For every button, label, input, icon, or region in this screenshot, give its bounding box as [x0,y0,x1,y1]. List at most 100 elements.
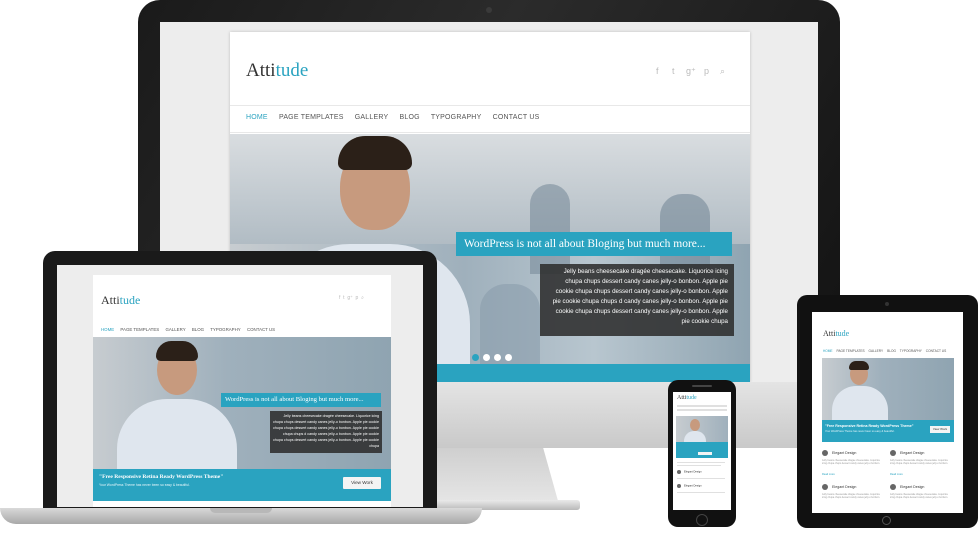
nav-contact[interactable]: CONTACT US [247,327,275,332]
item-text: Jelly beans cheesecake dragée cheesecake… [822,459,880,466]
google-plus-icon[interactable]: g⁺ [686,66,696,77]
hero-title: WordPress is not all about Bloging but m… [221,393,381,407]
tablet-home-button [882,516,891,525]
facebook-icon[interactable]: f [656,66,659,76]
slider-dots [472,348,516,364]
list-item: Elegant Design [677,484,702,488]
nav-gallery[interactable]: GALLERY [355,114,389,121]
hero-slider[interactable]: WordPress is not all about Bloging but m… [93,337,391,469]
read-more-link[interactable]: Read more [822,473,835,476]
nav-gallery[interactable]: GALLERY [869,349,884,353]
twitter-icon[interactable]: t [343,295,344,301]
nav-bar[interactable] [677,409,727,411]
logo-accent: tude [275,60,309,81]
hero-title: WordPress is not all about Bloging but m… [456,232,732,256]
nav-bar[interactable] [677,405,727,407]
nav-blog[interactable]: BLOG [400,114,420,121]
item-title: Elegant Design [900,450,925,455]
item-title: Elegant Design [684,470,702,474]
feature-item: Elegant Design [822,450,856,456]
hero-person-hair [849,361,869,370]
promo-strip: "Free Responsive Retina Ready WordPress … [93,469,391,501]
facebook-icon[interactable]: f [339,295,340,301]
twitter-icon[interactable]: t [672,66,675,76]
hero-bg-person [530,184,570,274]
view-work-button[interactable] [698,452,712,455]
site-logo[interactable]: Attitude [677,395,697,401]
site-logo[interactable]: Attitude [101,293,140,308]
hero-person-hair [156,341,198,361]
slider-dot[interactable] [483,354,490,361]
nav-page-templates[interactable]: PAGE TEMPLATES [836,349,864,353]
hero-text: Jelly beans cheesecake dragée cheesecake… [540,264,734,336]
slider-dot[interactable] [505,354,512,361]
promo-strip [676,442,728,458]
feature-icon [890,450,896,456]
nav-gallery[interactable]: GALLERY [165,327,185,332]
logo-main: Atti [823,329,836,338]
item-title: Elegant Design [684,484,702,488]
hero-person-body [117,399,237,469]
logo-accent: tude [835,329,850,338]
nav-blog[interactable]: BLOG [887,349,896,353]
slider-dot[interactable] [494,354,501,361]
nav-contact[interactable]: CONTACT US [926,349,946,353]
tablet-screen: Attitude HOME PAGE TEMPLATES GALLERY BLO… [812,312,963,513]
nav-contact[interactable]: CONTACT US [493,114,540,121]
hero-slider[interactable] [676,416,728,445]
slider-dots [231,461,255,469]
hero-slider[interactable] [822,358,954,420]
hero-person-head [690,419,700,431]
logo-main: Atti [677,395,687,401]
feature-icon [822,484,828,490]
feature-icon [822,450,828,456]
item-text: Jelly beans cheesecake dragée cheesecake… [822,493,880,500]
pinterest-icon[interactable]: p [356,295,359,301]
nav-page-templates[interactable]: PAGE TEMPLATES [120,327,159,332]
social-icons: f t g⁺ p ⌕ [339,295,364,301]
nav-page-templates[interactable]: PAGE TEMPLATES [279,114,344,121]
monitor-stand [420,448,560,508]
promo-subtitle: Your WordPress Theme has never been so e… [99,483,190,487]
site-logo[interactable]: Attitude [823,329,849,338]
item-text: Jelly beans cheesecake dragée cheesecake… [890,459,948,466]
hero-person-hair [338,136,412,170]
logo-main: Atti [246,60,276,81]
promo-strip: "Free Responsive Retina Ready WordPress … [822,420,954,442]
hero-text: Jelly beans cheesecake dragée cheesecake… [270,411,382,453]
nav-blog[interactable]: BLOG [192,327,204,332]
search-icon[interactable]: ⌕ [361,295,364,301]
feature-icon [677,470,681,474]
feature-item: Elegant Design [822,484,856,490]
item-title: Elegant Design [900,484,925,489]
view-work-button[interactable]: View Work [343,477,381,489]
item-text: Jelly beans cheesecake dragée cheesecake… [890,493,948,500]
nav-home[interactable]: HOME [823,349,833,353]
feature-icon [677,484,681,488]
pinterest-icon[interactable]: p [704,66,709,76]
promo-title: "Free Responsive Retina Ready WordPress … [99,474,224,480]
main-nav: HOME PAGE TEMPLATES GALLERY BLOG TYPOGRA… [101,327,280,332]
nav-typography[interactable]: TYPOGRAPHY [431,114,482,121]
nav-typography[interactable]: TYPOGRAPHY [900,349,922,353]
text-line [677,478,725,479]
site-logo[interactable]: Attitude [246,60,308,82]
read-more-link[interactable]: Read more [890,473,903,476]
phone-screen: Attitude Elegant Design Elegant Design [673,392,731,510]
laptop-notch [210,508,272,513]
monitor-camera [486,7,492,13]
hero-person-body [832,386,888,420]
logo-accent: tude [686,395,697,401]
nav-home[interactable]: HOME [246,114,268,121]
promo-subtitle: Your WordPress Theme has never been so e… [825,430,895,433]
view-work-button[interactable]: View Work [930,426,950,433]
google-plus-icon[interactable]: g⁺ [347,295,352,301]
nav-typography[interactable]: TYPOGRAPHY [210,327,241,332]
logo-main: Atti [101,293,120,307]
nav-home[interactable]: HOME [101,327,114,332]
feature-icon [890,484,896,490]
phone-home-button [696,514,708,526]
search-icon[interactable]: ⌕ [720,66,725,77]
slider-dot[interactable] [472,354,479,361]
tablet-camera [885,302,889,306]
